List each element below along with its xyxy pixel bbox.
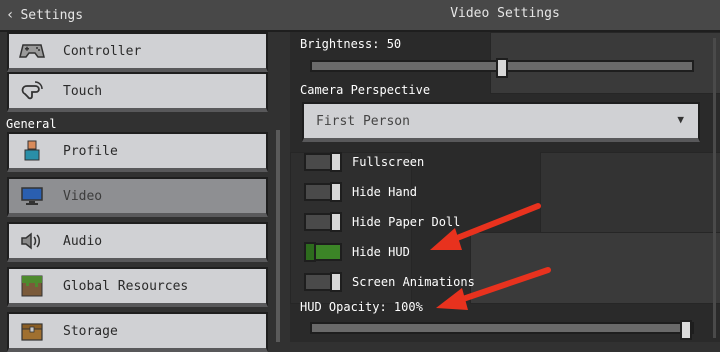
- sidebar-item-profile[interactable]: Profile: [7, 132, 268, 172]
- toggle-row-hide-hud[interactable]: Hide HUD: [304, 241, 410, 263]
- brightness-label: Brightness: 50: [300, 37, 402, 51]
- back-button-label: Settings: [20, 7, 84, 23]
- chest-icon: [19, 319, 45, 343]
- background-block: [470, 232, 720, 304]
- sidebar-item-label: Global Resources: [63, 278, 189, 294]
- toggle-label: Hide HUD: [352, 245, 410, 259]
- video-settings-panel: Brightness: 50 Camera Perspective First …: [290, 32, 720, 342]
- fullscreen-toggle[interactable]: [304, 152, 342, 172]
- toggle-row-fullscreen[interactable]: Fullscreen: [304, 151, 424, 173]
- panel-scrollbar[interactable]: [713, 38, 716, 338]
- monitor-icon: [19, 184, 45, 208]
- toggle-label: Screen Animations: [352, 275, 475, 289]
- toggle-label: Hide Paper Doll: [352, 215, 461, 229]
- hud-opacity-slider[interactable]: [310, 320, 694, 340]
- touch-icon: [19, 79, 45, 103]
- hide-hand-toggle[interactable]: [304, 182, 342, 202]
- grass-block-icon: [19, 274, 45, 298]
- background-block: [540, 152, 720, 234]
- hud-opacity-label: HUD Opacity: 100%: [300, 300, 423, 314]
- sidebar-item-label: Video: [63, 188, 103, 204]
- speaker-icon: [19, 229, 45, 253]
- section-label-general: General: [6, 117, 57, 131]
- screen-animations-toggle[interactable]: [304, 272, 342, 292]
- camera-perspective-label: Camera Perspective: [300, 83, 431, 97]
- toggle-label: Fullscreen: [352, 155, 425, 169]
- brightness-slider-handle[interactable]: [496, 58, 508, 78]
- back-button[interactable]: ‹ Settings: [6, 4, 83, 26]
- chevron-left-icon: ‹: [6, 7, 15, 23]
- sidebar-scrollbar[interactable]: [276, 130, 280, 342]
- sidebar-item-audio[interactable]: Audio: [7, 222, 268, 262]
- brightness-slider[interactable]: [310, 58, 694, 78]
- sidebar: Controller Touch General Profile Video A…: [0, 32, 284, 352]
- camera-perspective-value: First Person: [316, 114, 410, 129]
- sidebar-item-label: Profile: [63, 143, 118, 159]
- page-title: Video Settings: [450, 6, 560, 21]
- toggle-knob: [330, 182, 342, 202]
- sidebar-item-storage[interactable]: Storage: [7, 312, 268, 352]
- sidebar-item-touch[interactable]: Touch: [7, 72, 268, 112]
- dropdown-arrow-icon: ▼: [677, 113, 684, 126]
- sidebar-item-label: Storage: [63, 323, 118, 339]
- hide-hud-toggle[interactable]: [304, 242, 342, 262]
- toggle-row-hide-hand[interactable]: Hide Hand: [304, 181, 417, 203]
- profile-icon: [19, 139, 45, 163]
- sidebar-item-label: Touch: [63, 83, 103, 99]
- sidebar-item-controller[interactable]: Controller: [7, 32, 268, 72]
- camera-perspective-dropdown[interactable]: First Person ▼: [302, 102, 700, 142]
- hud-opacity-slider-handle[interactable]: [680, 320, 692, 340]
- sidebar-item-label: Audio: [63, 233, 103, 249]
- toggle-row-screen-animations[interactable]: Screen Animations: [304, 271, 475, 293]
- toggle-knob: [330, 152, 342, 172]
- title-bar: ‹ Settings Video Settings: [0, 0, 720, 32]
- toggle-knob: [330, 272, 342, 292]
- toggle-label: Hide Hand: [352, 185, 418, 199]
- controller-icon: [19, 39, 45, 63]
- sidebar-item-global-resources[interactable]: Global Resources: [7, 267, 268, 307]
- sidebar-item-video[interactable]: Video: [7, 177, 268, 217]
- toggle-knob: [304, 242, 316, 262]
- toggle-knob: [330, 212, 342, 232]
- toggle-row-hide-paper-doll[interactable]: Hide Paper Doll: [304, 211, 460, 233]
- hide-paper-doll-toggle[interactable]: [304, 212, 342, 232]
- sidebar-item-label: Controller: [63, 43, 142, 59]
